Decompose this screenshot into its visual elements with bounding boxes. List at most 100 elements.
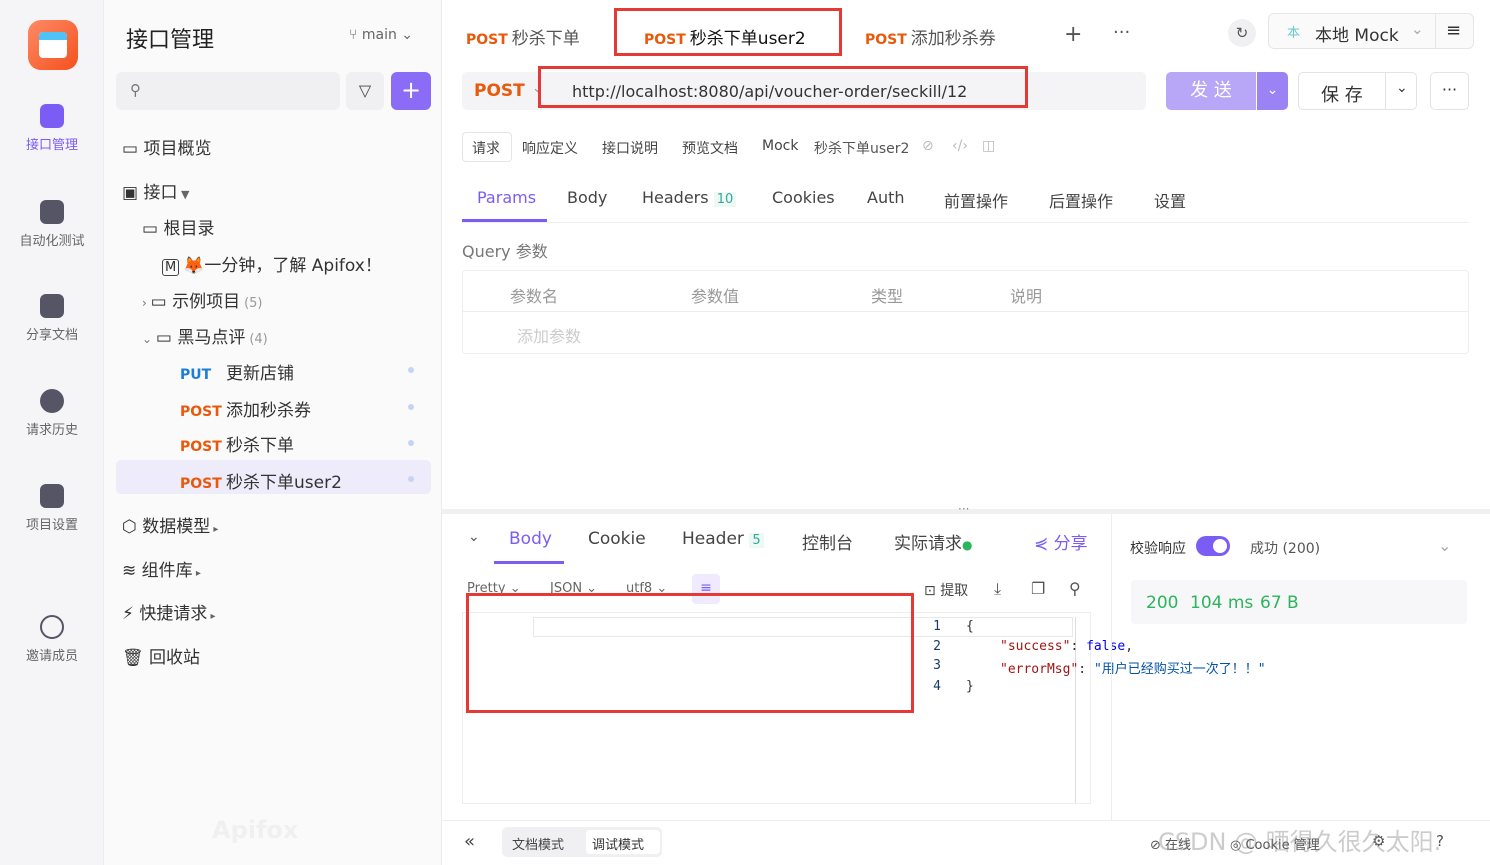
more-icon: ··· bbox=[1113, 22, 1131, 43]
rail-item-autotest[interactable]: 自动化测试 bbox=[0, 200, 104, 249]
tree-components[interactable]: ≋ 组件库 ▸ bbox=[122, 556, 201, 581]
tab-request[interactable]: POST 秒杀下单 bbox=[466, 24, 580, 49]
search-input[interactable]: ⚲ bbox=[116, 72, 340, 110]
tree-endpoint-selected[interactable]: POST 秒杀下单user2 bbox=[180, 468, 342, 493]
debug-mode-button[interactable]: 调试模式 bbox=[592, 834, 644, 853]
method-select[interactable]: POST bbox=[474, 81, 525, 101]
rail-item-invite[interactable]: 邀请成员 bbox=[0, 615, 104, 664]
tree-models[interactable]: ⬡ 数据模型 ▸ bbox=[122, 512, 218, 537]
query-title: Query 参数 bbox=[462, 242, 548, 261]
line-number: 4 bbox=[933, 679, 941, 694]
tree-root[interactable]: ▭ 根目录 bbox=[142, 214, 214, 239]
status-code: 200 bbox=[1146, 593, 1179, 613]
autotest-icon bbox=[40, 200, 64, 224]
tab-post-ops[interactable]: 后置操作 bbox=[1049, 188, 1113, 212]
tab-settings[interactable]: 设置 bbox=[1154, 188, 1186, 212]
api-folder-icon: ▣ bbox=[122, 183, 144, 203]
folder-icon: ▭ bbox=[150, 292, 173, 312]
chevron-down-icon: ⌄ bbox=[396, 27, 414, 43]
cube-icon: ⬡ bbox=[122, 517, 143, 537]
tab-pre-ops[interactable]: 前置操作 bbox=[944, 188, 1008, 212]
main-panel: POST 秒杀下单 POST 秒杀下单user2 POST 添加秒杀券 + ··· ↻… bbox=[442, 0, 1490, 865]
status-dot bbox=[408, 404, 414, 410]
menu-icon[interactable]: ≡ bbox=[1446, 20, 1461, 41]
send-button[interactable]: 发 送 bbox=[1166, 72, 1256, 110]
tree-intro-doc[interactable]: M 🦊一分钟，了解 Apifox！ bbox=[162, 251, 382, 276]
layout-icon[interactable]: ◫ bbox=[982, 138, 995, 154]
tree-api[interactable]: ▣ 接口 ▼ bbox=[122, 178, 189, 203]
branch-icon: ⑂ bbox=[349, 27, 362, 43]
resp-tab-body[interactable]: Body bbox=[509, 529, 552, 549]
chevron-down-icon[interactable]: ⌄ bbox=[1438, 536, 1451, 555]
tab-params[interactable]: Params bbox=[477, 188, 536, 207]
resp-tab-console[interactable]: 控制台 bbox=[802, 529, 853, 554]
tab-more-button[interactable]: ··· bbox=[1113, 22, 1130, 43]
api-icon bbox=[40, 104, 64, 128]
add-param-input[interactable]: 添加参数 bbox=[517, 323, 581, 347]
resp-tab-header[interactable]: Header 5 bbox=[682, 529, 764, 549]
tab-headers[interactable]: Headers 10 bbox=[642, 188, 737, 207]
api-name: 秒杀下单user2 bbox=[814, 141, 910, 157]
tree-quick[interactable]: ⚡ 快捷请求 ▸ bbox=[122, 599, 216, 624]
new-tab-button[interactable]: + bbox=[1064, 22, 1082, 47]
rail-item-history[interactable]: 请求历史 bbox=[0, 389, 104, 438]
share-icon: ⋞ bbox=[1034, 534, 1054, 554]
caret-down-icon: ▼ bbox=[177, 188, 190, 201]
tree-examples[interactable]: › ▭ 示例项目 (5) bbox=[142, 287, 263, 312]
search-icon[interactable]: ⚲ bbox=[1069, 579, 1081, 598]
subtab-preview[interactable]: 预览文档 bbox=[682, 138, 738, 158]
subtab-request[interactable]: 请求 bbox=[472, 138, 500, 158]
add-button[interactable]: + bbox=[391, 72, 431, 110]
doc-mode-button[interactable]: 文档模式 bbox=[512, 834, 564, 853]
save-button[interactable]: 保 存 ⌄ bbox=[1298, 72, 1417, 110]
share-button[interactable]: ⋞ 分享 bbox=[1034, 529, 1088, 554]
stats-box: 200 104 ms 67 B bbox=[1131, 580, 1467, 624]
tab-body[interactable]: Body bbox=[567, 188, 607, 207]
status-dot: ● bbox=[962, 538, 973, 552]
highlight-box bbox=[538, 66, 1028, 108]
tree-trash[interactable]: 🗑 回收站 bbox=[122, 643, 200, 668]
caret-right-icon: ▸ bbox=[210, 524, 219, 535]
sidebar: 接口管理 ⑂ main ⌄ ⚲ ▽ + ▭ 项目概览 ▣ 接口 ▼ ▭ 根目录 … bbox=[104, 0, 442, 865]
rail-item-api[interactable]: 接口管理 bbox=[0, 104, 104, 153]
col-header: 参数值 bbox=[691, 287, 740, 306]
collapse-response-button[interactable]: ⌄ bbox=[468, 529, 480, 545]
code-icon[interactable]: ‹/› bbox=[952, 138, 968, 154]
env-selector[interactable]: 本 本地 Mock ⌄ ≡ bbox=[1268, 13, 1474, 49]
collapse-sidebar-icon[interactable]: « bbox=[464, 831, 475, 852]
more-button[interactable]: ··· bbox=[1430, 72, 1469, 110]
link-icon[interactable]: ⊘ bbox=[922, 138, 934, 154]
resp-tab-cookie[interactable]: Cookie bbox=[588, 529, 646, 549]
mode-switch: 文档模式 调试模式 bbox=[502, 827, 662, 857]
subtab-api-desc[interactable]: 接口说明 bbox=[602, 138, 658, 158]
copy-icon[interactable]: ❐ bbox=[1031, 579, 1045, 598]
rail-item-project-settings[interactable]: 项目设置 bbox=[0, 484, 104, 533]
overview-icon: ▭ bbox=[122, 139, 144, 159]
layers-icon: ≋ bbox=[122, 561, 142, 581]
tree-endpoint[interactable]: POST 秒杀下单 bbox=[180, 431, 294, 456]
branch-selector[interactable]: ⑂ main ⌄ bbox=[349, 27, 413, 43]
app-logo[interactable] bbox=[28, 20, 78, 70]
send-dropdown[interactable]: ⌄ bbox=[1257, 72, 1288, 110]
markdown-icon: M bbox=[162, 259, 180, 276]
tree-endpoint[interactable]: PUT 更新店铺 bbox=[180, 359, 294, 384]
resp-tab-actual[interactable]: 实际请求● bbox=[894, 529, 972, 554]
chevron-down-icon: ⌄ bbox=[1411, 20, 1424, 38]
tree-endpoint[interactable]: POST 添加秒杀券 bbox=[180, 396, 311, 421]
validate-toggle[interactable] bbox=[1196, 536, 1230, 556]
refresh-button[interactable]: ↻ bbox=[1228, 19, 1256, 47]
tab-auth[interactable]: Auth bbox=[867, 188, 905, 207]
tree-overview[interactable]: ▭ 项目概览 bbox=[122, 134, 211, 159]
status-dot bbox=[408, 367, 414, 373]
status-dot bbox=[408, 476, 414, 482]
extract-button[interactable]: ⊡ 提取 bbox=[924, 580, 968, 600]
download-icon[interactable]: ⤓ bbox=[994, 579, 1001, 599]
rail-item-share-doc[interactable]: 分享文档 bbox=[0, 294, 104, 343]
subtab-mock[interactable]: Mock bbox=[762, 138, 798, 154]
subtab-response-def[interactable]: 响应定义 bbox=[522, 138, 578, 158]
status-select[interactable]: 成功 (200) bbox=[1250, 538, 1320, 558]
tree-hmdp[interactable]: ⌄ ▭ 黑马点评 (4) bbox=[142, 323, 268, 348]
tab-request[interactable]: POST 添加秒杀券 bbox=[865, 24, 996, 49]
filter-button[interactable]: ▽ bbox=[346, 72, 384, 110]
tab-cookies[interactable]: Cookies bbox=[772, 188, 835, 207]
